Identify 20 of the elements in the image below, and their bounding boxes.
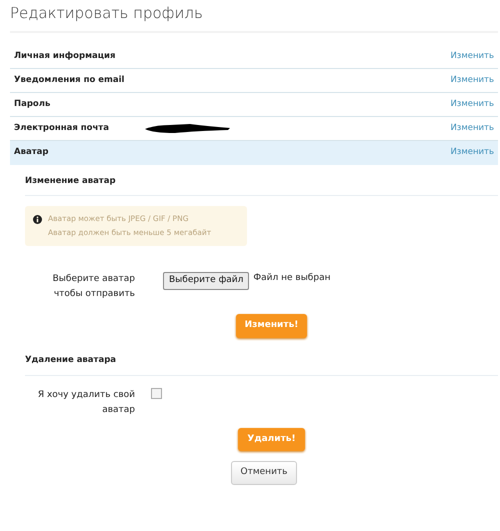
section-heading: Изменение аватар bbox=[25, 164, 498, 196]
field-label: Выберите аватар чтобы отправить bbox=[52, 273, 135, 302]
submit-button[interactable]: Изменить! bbox=[236, 314, 308, 338]
edit-link[interactable]: Изменить bbox=[450, 74, 494, 86]
edit-link[interactable]: Изменить bbox=[450, 146, 494, 159]
section-label: Личная информация bbox=[14, 50, 116, 62]
section-label: Уведомления по email bbox=[14, 74, 124, 86]
section-label: Аватар bbox=[14, 146, 48, 159]
section-label: Пароль bbox=[14, 98, 50, 110]
edit-link[interactable]: Изменить bbox=[450, 98, 494, 110]
cancel-button[interactable]: Отменить bbox=[230, 461, 298, 484]
section-label: Электронная почта bbox=[14, 122, 109, 134]
checkbox-label: Я хочу удалить свой аватар bbox=[36, 388, 135, 416]
section-heading: Удаление аватара bbox=[25, 344, 498, 376]
file-button[interactable]: Выберите файл bbox=[163, 272, 250, 290]
page-title: Редактировать профиль bbox=[10, 0, 498, 32]
delete-button[interactable]: Удалить! bbox=[238, 428, 305, 451]
edit-link[interactable]: Изменить bbox=[450, 122, 494, 134]
edit-link[interactable]: Изменить bbox=[450, 50, 494, 62]
file-status: Файл не выбран bbox=[253, 272, 330, 286]
